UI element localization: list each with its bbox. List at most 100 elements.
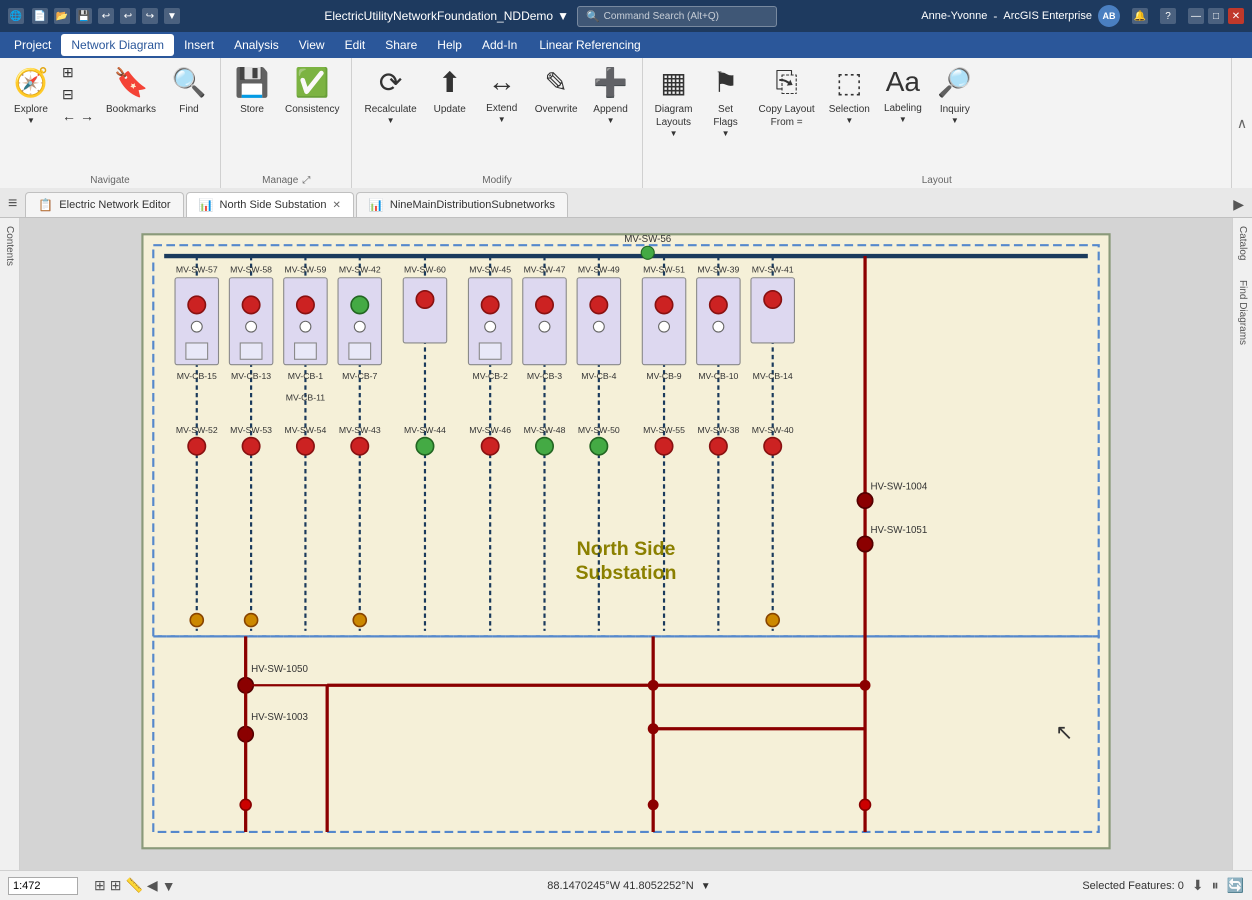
tab-north-side[interactable]: 📊 North Side Substation ✕ (186, 192, 354, 217)
consistency-button[interactable]: ✅ Consistency (279, 62, 345, 120)
tab-north-close[interactable]: ✕ (333, 200, 341, 211)
new-icon[interactable]: 📄 (32, 8, 48, 24)
maximize-button[interactable]: □ (1208, 8, 1224, 24)
modify-group: ⟳ Recalculate ▼ ⬆ Update ↔ Extend ▼ ✎ Ov… (352, 58, 642, 188)
sync-icon[interactable]: 🔄 (1227, 877, 1244, 894)
modify-buttons: ⟳ Recalculate ▼ ⬆ Update ↔ Extend ▼ ✎ Ov… (358, 62, 635, 172)
user-avatar[interactable]: AB (1098, 5, 1120, 27)
filename-dropdown[interactable]: ▼ (557, 9, 569, 23)
manage-label: Manage ⤢ (227, 172, 345, 186)
prev-extent-icon[interactable]: ◀ (147, 877, 158, 894)
selection-dropdown[interactable]: ▼ (845, 116, 853, 125)
labeling-dropdown[interactable]: ▼ (899, 115, 907, 124)
pause-icon[interactable]: ⏸ (1212, 877, 1219, 894)
statusbar: ⊞ ⊞ 📏 ◀ ▼ 88.1470245°W 41.8052252°N ▼ Se… (0, 870, 1252, 900)
grid-icon[interactable]: ⊞ (110, 877, 122, 894)
catalog-label[interactable]: Catalog (1237, 226, 1248, 260)
copy-layout-label: Copy LayoutFrom = (759, 103, 815, 129)
minimize-button[interactable]: — (1188, 8, 1204, 24)
find-diagrams-label[interactable]: Find Diagrams (1237, 280, 1248, 345)
filename-text: ElectricUtilityNetworkFoundation_NDDemo (324, 9, 553, 23)
diagram-layouts-dropdown[interactable]: ▼ (670, 129, 678, 138)
svg-text:MV-SW-47: MV-SW-47 (524, 264, 566, 274)
inquiry-dropdown[interactable]: ▼ (951, 116, 959, 125)
menu-addin[interactable]: Add-In (472, 34, 527, 56)
svg-text:HV-SW-1050: HV-SW-1050 (251, 664, 308, 675)
contents-label[interactable]: Contents (4, 226, 15, 266)
svg-text:MV-CB-15: MV-CB-15 (177, 371, 217, 381)
svg-text:MV-CB-9: MV-CB-9 (646, 371, 681, 381)
menu-insert[interactable]: Insert (174, 34, 224, 56)
menu-project[interactable]: Project (4, 34, 61, 56)
extend-icon: ↔ (488, 66, 516, 98)
menu-edit[interactable]: Edit (335, 34, 376, 56)
store-button[interactable]: 💾 Store (227, 62, 277, 120)
tab-scroll-right[interactable]: ▶ (1229, 192, 1248, 217)
explore-button[interactable]: 🧭 Explore ▼ (6, 62, 56, 129)
recalculate-button[interactable]: ⟳ Recalculate ▼ (358, 62, 422, 129)
svg-text:MV-SW-46: MV-SW-46 (469, 425, 511, 435)
set-flags-button[interactable]: ⚑ SetFlags ▼ (701, 62, 751, 142)
layout-group: ▦ DiagramLayouts ▼ ⚑ SetFlags ▼ ⎘ Copy L… (643, 58, 1232, 188)
titlebar-center: ElectricUtilityNetworkFoundation_NDDemo … (324, 6, 777, 27)
tab-nine-main[interactable]: 📊 NineMainDistributionSubnetworks (356, 192, 568, 217)
menu-view[interactable]: View (289, 34, 335, 56)
tabbar: ≡ 📋 Electric Network Editor 📊 North Side… (0, 188, 1252, 218)
help-icon[interactable]: ? (1160, 8, 1176, 24)
selection-button[interactable]: ⬚ Selection ▼ (823, 62, 876, 129)
copy-layout-button[interactable]: ⎘ Copy LayoutFrom = (753, 62, 821, 133)
svg-text:MV-SW-53: MV-SW-53 (230, 425, 272, 435)
append-button[interactable]: ➕ Append ▼ (586, 62, 636, 129)
expand-down-icon[interactable]: ⬇ (1192, 877, 1204, 894)
find-button[interactable]: 🔍 Find (164, 62, 214, 120)
filename-display: ElectricUtilityNetworkFoundation_NDDemo … (324, 9, 569, 23)
svg-text:MV-SW-58: MV-SW-58 (230, 264, 272, 274)
svg-text:MV-CB-11: MV-CB-11 (286, 393, 326, 403)
explore-dropdown[interactable]: ▼ (27, 116, 35, 125)
more-icon[interactable]: ▼ (162, 878, 176, 894)
menu-analysis[interactable]: Analysis (224, 34, 289, 56)
more-icon[interactable]: ▼ (164, 8, 180, 24)
extend-button[interactable]: ↔ Extend ▼ (477, 62, 527, 128)
coordinates-dropdown[interactable]: ▼ (701, 881, 711, 892)
manage-expand[interactable]: ⤢ (302, 175, 310, 186)
pan-left-button[interactable]: ← → (58, 106, 98, 126)
scale-input[interactable] (8, 877, 78, 895)
svg-text:MV-SW-59: MV-SW-59 (285, 264, 327, 274)
linear-referencing-button[interactable]: Linear Referencing (527, 34, 652, 56)
notification-icon[interactable]: 🔔 (1132, 8, 1148, 24)
undo-icon[interactable]: ↩ (98, 8, 114, 24)
save-icon[interactable]: 💾 (76, 8, 92, 24)
svg-text:HV-SW-1004: HV-SW-1004 (871, 482, 928, 493)
menu-help[interactable]: Help (427, 34, 472, 56)
overwrite-label: Overwrite (535, 103, 578, 116)
store-label: Store (240, 103, 264, 116)
menu-network-diagram[interactable]: Network Diagram (61, 34, 174, 56)
labeling-button[interactable]: Aa Labeling ▼ (878, 62, 928, 128)
undo-arrow-icon[interactable]: ↩ (120, 8, 136, 24)
diagram-layouts-button[interactable]: ▦ DiagramLayouts ▼ (649, 62, 699, 142)
extend-dropdown[interactable]: ▼ (498, 115, 506, 124)
menu-share[interactable]: Share (375, 34, 427, 56)
close-button[interactable]: ✕ (1228, 8, 1244, 24)
tabs-menu-icon[interactable]: ≡ (4, 191, 21, 217)
tab-electric-network[interactable]: 📋 Electric Network Editor (25, 192, 183, 217)
measure-icon[interactable]: 📏 (125, 877, 142, 894)
zoom-to-layer-icon[interactable]: ⊞ (94, 877, 106, 894)
update-button[interactable]: ⬆ Update (425, 62, 475, 120)
canvas-area[interactable]: North Side Substation MV-SW-56 MV-SW-57 … (20, 218, 1232, 870)
zoom-out-button[interactable]: ⊟ (58, 84, 98, 105)
redo-icon[interactable]: ↪ (142, 8, 158, 24)
coordinates-text: 88.1470245°W 41.8052252°N (547, 880, 693, 892)
ribbon-collapse-button[interactable]: ∧ (1232, 58, 1252, 188)
append-dropdown[interactable]: ▼ (607, 116, 615, 125)
recalculate-dropdown[interactable]: ▼ (387, 116, 395, 125)
open-icon[interactable]: 📂 (54, 8, 70, 24)
zoom-in-button[interactable]: ⊞ (58, 62, 98, 83)
overwrite-button[interactable]: ✎ Overwrite (529, 62, 584, 120)
command-search[interactable]: 🔍 Command Search (Alt+Q) (577, 6, 777, 27)
set-flags-dropdown[interactable]: ▼ (722, 129, 730, 138)
svg-text:Substation: Substation (576, 562, 677, 584)
inquiry-button[interactable]: 🔎 Inquiry ▼ (930, 62, 980, 129)
bookmarks-button[interactable]: 🔖 Bookmarks (100, 62, 162, 120)
